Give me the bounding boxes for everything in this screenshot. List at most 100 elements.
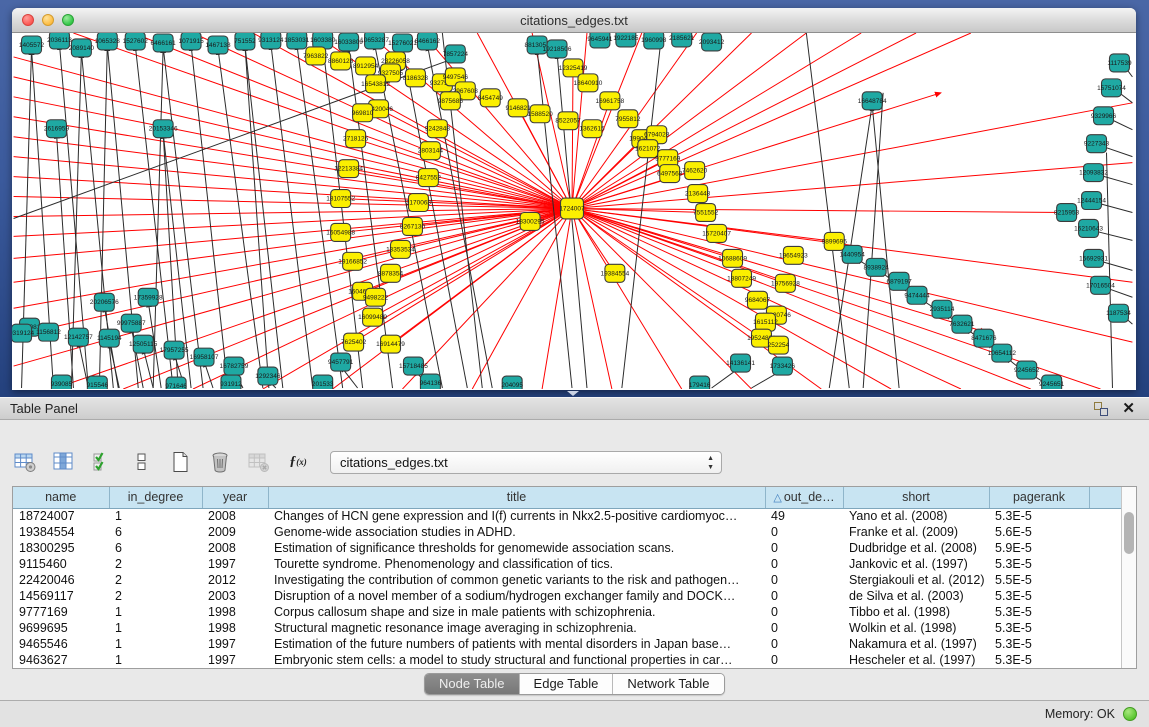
graph-node[interactable]: 8912954 (353, 57, 379, 75)
cell-name[interactable]: 9115460 (13, 556, 109, 572)
graph-node[interactable]: 201533 (312, 375, 334, 389)
graph-node[interactable]: 8938924 (864, 258, 890, 276)
graph-node[interactable]: 2185621 (669, 33, 695, 47)
graph-node[interactable]: 9319124 (12, 324, 35, 342)
cell-pagerank[interactable]: 5.3E-5 (989, 652, 1089, 668)
cell-filler[interactable] (1089, 540, 1121, 556)
table-select[interactable]: citations_edges.txt ▲▼ (330, 451, 722, 474)
cell-name[interactable]: 9777169 (13, 604, 109, 620)
splitter-handle-icon[interactable] (567, 391, 579, 396)
cell-filler[interactable] (1089, 508, 1121, 524)
graph-node[interactable]: 9313124 (258, 33, 284, 49)
cell-out_degree[interactable]: 0 (765, 636, 843, 652)
table-scrollbar-thumb[interactable] (1124, 512, 1134, 554)
new-table-icon[interactable] (168, 449, 194, 475)
cell-title[interactable]: Estimation of significance thresholds fo… (268, 540, 765, 556)
cell-year[interactable]: 2012 (202, 572, 268, 588)
graph-node[interactable]: 7857224 (443, 45, 469, 63)
graph-node[interactable]: 2093412 (699, 33, 725, 51)
cell-pagerank[interactable]: 5.3E-5 (989, 636, 1089, 652)
graph-node[interactable]: 2935114 (930, 300, 955, 318)
cell-filler[interactable] (1089, 524, 1121, 540)
table-row[interactable]: 1872400712008Changes of HCN gene express… (13, 508, 1121, 524)
graph-node[interactable]: 6466162 (415, 33, 441, 50)
column-header-name[interactable]: name (13, 487, 109, 508)
cell-out_degree[interactable]: 0 (765, 604, 843, 620)
graph-node[interactable]: 7625402 (341, 333, 367, 351)
graph-node[interactable]: 969810 (352, 104, 374, 122)
table-row[interactable]: 977716911998Corpus callosum shape and si… (13, 604, 1121, 620)
graph-node[interactable]: 1065328 (95, 33, 121, 50)
cell-filler[interactable] (1089, 588, 1121, 604)
cell-filler[interactable] (1089, 572, 1121, 588)
graph-node[interactable]: 6497568 (657, 165, 683, 183)
graph-node[interactable]: 7963822 (303, 47, 329, 65)
close-window-icon[interactable] (22, 14, 34, 26)
cell-filler[interactable] (1089, 604, 1121, 620)
cell-in_degree[interactable]: 6 (109, 524, 202, 540)
network-graph[interactable]: 1405572203611320891401065328152760264661… (12, 33, 1134, 389)
graph-node[interactable]: 1071915 (178, 33, 204, 50)
cell-name[interactable]: 9465546 (13, 636, 109, 652)
select-rows-icon[interactable] (90, 449, 116, 475)
graph-node[interactable]: 12444154 (1077, 192, 1106, 210)
graph-node[interactable]: 9875685 (438, 92, 464, 110)
graph-node[interactable]: 16210643 (1074, 219, 1103, 237)
graph-node[interactable]: 204095 (501, 376, 523, 389)
cell-short[interactable]: Tibbo et al. (1998) (843, 604, 989, 620)
column-header-out_degree[interactable]: △out_de… (765, 487, 843, 508)
cell-title[interactable]: Changes of HCN gene expression and I(f) … (268, 508, 765, 524)
graph-node[interactable]: 19654923 (779, 246, 808, 264)
cell-title[interactable]: Disruption of a novel member of a sodium… (268, 588, 765, 604)
graph-node[interactable]: 964136 (420, 374, 442, 389)
cell-short[interactable]: Nakamura et al. (1997) (843, 636, 989, 652)
delete-rows-icon[interactable] (207, 449, 233, 475)
graph-node[interactable]: 252254 (768, 336, 790, 354)
graph-node[interactable]: 12142757 (64, 328, 93, 346)
cell-out_degree[interactable]: 0 (765, 652, 843, 668)
graph-node[interactable]: 9474444 (904, 286, 930, 304)
graph-node[interactable]: 16961758 (596, 92, 625, 110)
graph-node[interactable]: 19218506 (543, 40, 572, 58)
graph-node[interactable]: 19756928 (771, 274, 800, 292)
table-row[interactable]: 969969511998Structural magnetic resonanc… (13, 620, 1121, 636)
cell-out_degree[interactable]: 0 (765, 540, 843, 556)
memory-status-icon[interactable] (1123, 707, 1137, 721)
graph-node[interactable]: 1362615 (579, 120, 605, 138)
graph-node[interactable]: 15720407 (702, 224, 731, 242)
graph-node[interactable]: 8454749 (478, 89, 504, 107)
cell-name[interactable]: 19384554 (13, 524, 109, 540)
cell-year[interactable]: 2008 (202, 508, 268, 524)
network-canvas[interactable]: 1405572203611320891401065328152760264661… (12, 33, 1134, 389)
graph-node[interactable]: 1117539 (1107, 54, 1132, 72)
graph-node[interactable]: 15718485 (399, 357, 428, 375)
graph-node[interactable]: 15276021 (388, 34, 417, 52)
graph-node[interactable]: 2170063 (406, 194, 432, 212)
cell-in_degree[interactable]: 2 (109, 588, 202, 604)
graph-node[interactable]: 9227343 (1084, 135, 1110, 153)
cell-name[interactable]: 22420046 (13, 572, 109, 588)
graph-node[interactable]: 6466161 (151, 34, 177, 52)
graph-node[interactable]: 8878354 (378, 264, 404, 282)
graph-node[interactable]: 16782759 (220, 357, 249, 375)
cell-title[interactable]: Corpus callosum shape and size in male p… (268, 604, 765, 620)
cell-out_degree[interactable]: 0 (765, 524, 843, 540)
graph-node[interactable]: 179416 (689, 376, 711, 389)
cell-title[interactable]: Investigating the contribution of common… (268, 572, 765, 588)
cell-pagerank[interactable]: 5.3E-5 (989, 604, 1089, 620)
graph-node[interactable]: 20206576 (90, 293, 119, 311)
cell-name[interactable]: 14569117 (13, 588, 109, 604)
graph-node[interactable]: 17359928 (134, 288, 163, 306)
table-row[interactable]: 1456911722003Disruption of a novel membe… (13, 588, 1121, 604)
graph-node[interactable]: 751552 (234, 33, 256, 50)
cell-short[interactable]: Stergiakouli et al. (2012) (843, 572, 989, 588)
cell-year[interactable]: 1998 (202, 604, 268, 620)
graph-node[interactable]: 915546 (87, 376, 109, 389)
cell-year[interactable]: 2008 (202, 540, 268, 556)
cell-in_degree[interactable]: 1 (109, 604, 202, 620)
cell-year[interactable]: 2003 (202, 588, 268, 604)
column-header-short[interactable]: short (843, 487, 989, 508)
graph-node[interactable]: 1467138 (205, 36, 231, 54)
graph-node[interactable]: 1405572 (19, 36, 45, 54)
cell-pagerank[interactable]: 5.6E-5 (989, 524, 1089, 540)
